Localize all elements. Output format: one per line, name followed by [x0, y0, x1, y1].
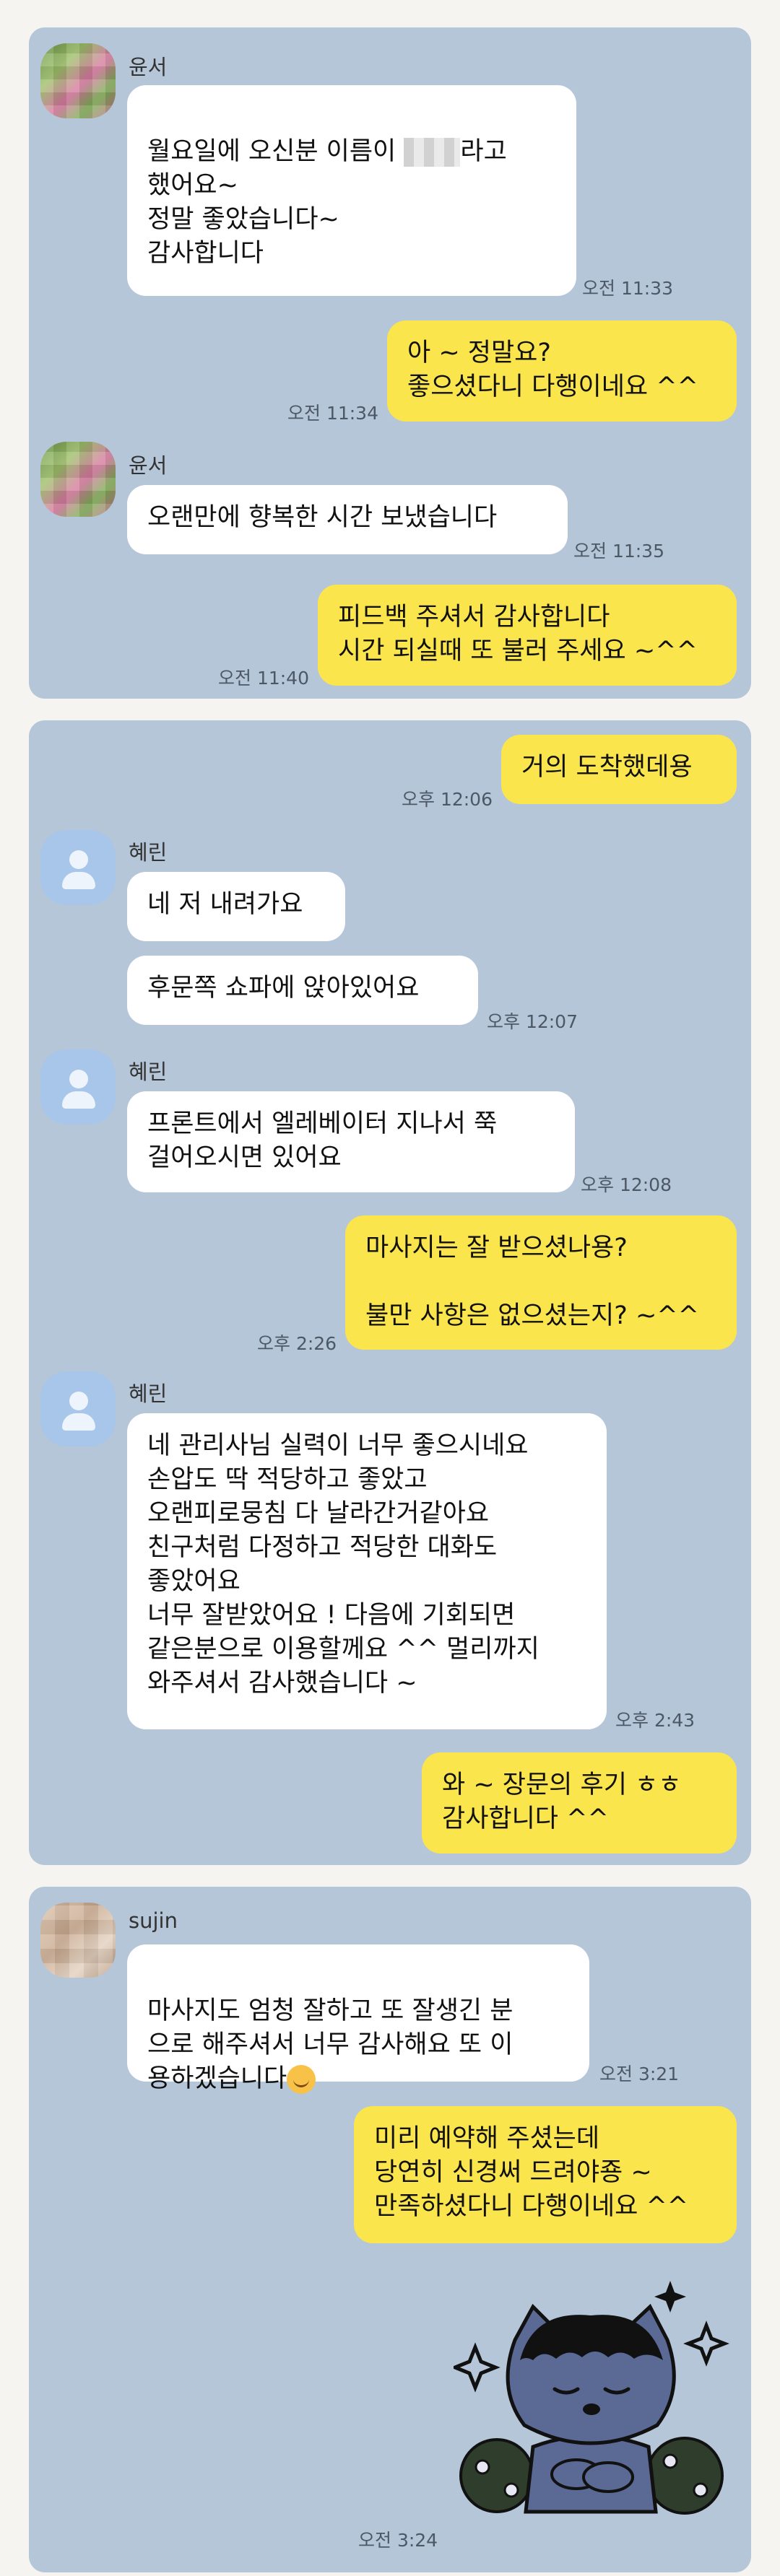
message-time: 오전 11:33 [582, 278, 673, 299]
sender-name: 혜린 [129, 1381, 168, 1406]
message-bubble-outgoing[interactable]: 피드백 주셔서 감사합니다 시간 되실때 또 불러 주세요 ~^^ [318, 585, 737, 686]
blurred-name [404, 138, 461, 167]
sticker-graphic [450, 2281, 729, 2515]
message-bubble-incoming[interactable]: 오랜만에 향복한 시간 보냈습니다 [127, 485, 568, 554]
sender-name: 혜린 [129, 1060, 168, 1084]
message-bubble-incoming[interactable]: 네 관리사님 실력이 너무 좋으시네요 손압도 딱 적당하고 좋았고 오랜피로뭉… [127, 1413, 607, 1729]
message-text: 마사지도 엄청 잘하고 또 잘생긴 분 으로 해주셔서 너무 감사해요 또 이 … [147, 1996, 514, 2093]
sender-avatar[interactable] [40, 442, 116, 517]
sender-name: 윤서 [129, 453, 168, 478]
sender-name: 혜린 [129, 840, 168, 865]
message-time: 오후 12:06 [402, 789, 493, 810]
message-time: 오후 2:26 [257, 1333, 337, 1354]
message-time: 오후 12:08 [581, 1174, 672, 1195]
message-time: 오후 2:43 [615, 1710, 696, 1731]
message-bubble-outgoing[interactable]: 미리 예약해 주셨는데 당연히 신경써 드려야죵 ~ 만족하셨다니 다행이네요 … [354, 2106, 737, 2243]
message-bubble-outgoing[interactable]: 와 ~ 장문의 후기 ㅎㅎ 감사합니다 ^^ [422, 1752, 737, 1854]
message-bubble-incoming[interactable]: 마사지도 엄청 잘하고 또 잘생긴 분 으로 해주셔서 너무 감사해요 또 이 … [127, 1944, 589, 2094]
message-bubble-outgoing[interactable]: 마사지는 잘 받으셨나용? 불만 사항은 없으셨는지? ~^^ [345, 1215, 737, 1350]
sender-avatar[interactable] [40, 1903, 116, 1978]
message-bubble-incoming[interactable]: 네 저 내려가요 [127, 872, 345, 941]
message-time: 오전 11:35 [573, 541, 664, 562]
message-time: 오전 11:34 [287, 403, 378, 424]
default-avatar-icon[interactable] [40, 1049, 116, 1125]
cat-sticker-icon[interactable] [450, 2281, 737, 2519]
message-time: 오전 3:21 [599, 2064, 680, 2084]
message-text: 월요일에 오신분 이름이 [147, 137, 404, 166]
sender-name: 윤서 [129, 55, 168, 79]
message-bubble-incoming[interactable]: 프론트에서 엘레베이터 지나서 쭉 걸어오시면 있어요 [127, 1091, 575, 1192]
message-time: 오전 3:24 [358, 2530, 438, 2551]
message-bubble-incoming[interactable]: 후문쪽 쇼파에 앉아있어요 [127, 956, 478, 1025]
message-time: 오전 11:40 [218, 668, 309, 689]
sender-name: sujin [129, 1908, 178, 1933]
message-bubble-outgoing[interactable]: 아 ~ 정말요? 좋으셨다니 다행이네요 ^^ [387, 320, 737, 422]
default-avatar-icon[interactable] [40, 1371, 116, 1446]
smile-emoji-icon [287, 2065, 316, 2094]
message-bubble-incoming[interactable]: 월요일에 오신분 이름이 라고 했어요~ 정말 좋았습니다~ 감사합니다 [127, 85, 576, 296]
message-bubble-outgoing[interactable]: 거의 도착했데용 [501, 735, 737, 804]
message-time: 오후 12:07 [487, 1011, 578, 1032]
sender-avatar[interactable] [40, 43, 116, 118]
default-avatar-icon[interactable] [40, 830, 116, 905]
